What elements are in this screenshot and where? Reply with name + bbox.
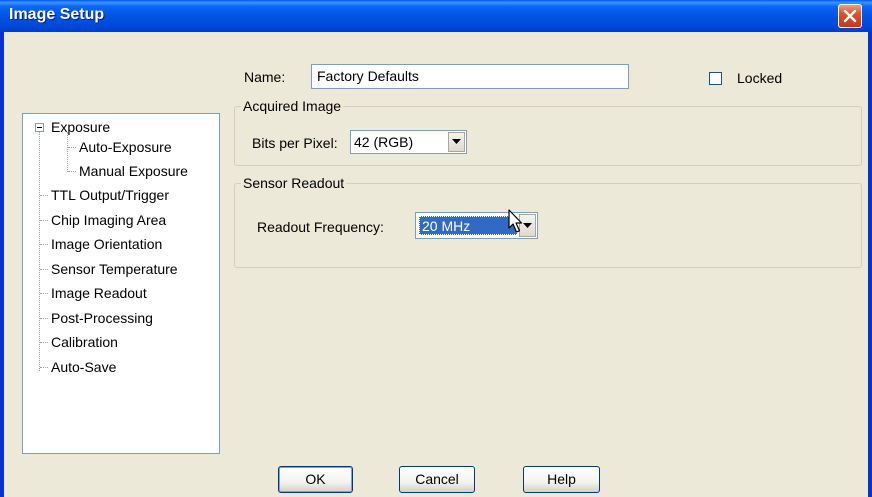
name-label: Name: bbox=[244, 69, 286, 85]
tree-item-exposure[interactable]: Exposure bbox=[51, 118, 110, 136]
bits-dropdown-button[interactable] bbox=[448, 132, 465, 152]
dropdown-arrow-icon bbox=[523, 223, 532, 228]
title-bar[interactable]: Image Setup bbox=[0, 0, 872, 32]
help-button[interactable]: Help bbox=[523, 466, 600, 493]
tree-item-auto-exposure[interactable]: Auto-Exposure bbox=[79, 138, 172, 156]
bits-per-pixel-label: Bits per Pixel: bbox=[252, 135, 338, 151]
dropdown-arrow-icon bbox=[452, 139, 461, 144]
tree-item-ttl-output-trigger[interactable]: TTL Output/Trigger bbox=[51, 186, 169, 204]
tree-item-image-readout[interactable]: Image Readout bbox=[51, 284, 147, 302]
dialog-client-area: Name: Factory Defaults Locked Exposure A… bbox=[4, 32, 868, 497]
locked-label[interactable]: Locked bbox=[737, 70, 782, 86]
tree-item-auto-save[interactable]: Auto-Save bbox=[51, 358, 116, 376]
tree-item-sensor-temperature[interactable]: Sensor Temperature bbox=[51, 260, 178, 278]
close-icon bbox=[843, 9, 857, 23]
close-button[interactable] bbox=[838, 4, 862, 28]
tree-item-chip-imaging-area[interactable]: Chip Imaging Area bbox=[51, 211, 166, 229]
image-setup-window: Image Setup Name: Factory Defaults Locke… bbox=[0, 0, 872, 497]
mouse-pointer-icon bbox=[508, 209, 523, 233]
tree-collapse-icon[interactable] bbox=[35, 123, 44, 132]
name-input[interactable]: Factory Defaults bbox=[311, 64, 629, 89]
readout-frequency-highlight: 20 MHz bbox=[419, 216, 517, 235]
readout-frequency-label: Readout Frequency: bbox=[257, 219, 384, 235]
locked-checkbox[interactable] bbox=[709, 72, 722, 85]
cancel-button[interactable]: Cancel bbox=[399, 466, 475, 493]
tree-item-post-processing[interactable]: Post-Processing bbox=[51, 309, 153, 327]
acquired-image-group: Acquired Image bbox=[234, 98, 862, 166]
tree-item-manual-exposure[interactable]: Manual Exposure bbox=[79, 162, 188, 180]
readout-frequency-value: 20 MHz bbox=[422, 218, 471, 234]
bits-per-pixel-value: 42 (RGB) bbox=[354, 134, 414, 150]
bits-per-pixel-select[interactable]: 42 (RGB) bbox=[350, 130, 467, 154]
acquired-image-legend: Acquired Image bbox=[243, 98, 342, 114]
sensor-readout-legend: Sensor Readout bbox=[243, 175, 345, 191]
window-title: Image Setup bbox=[9, 6, 105, 23]
ok-button[interactable]: OK bbox=[278, 466, 353, 493]
tree-item-calibration[interactable]: Calibration bbox=[51, 333, 118, 351]
tree-item-image-orientation[interactable]: Image Orientation bbox=[51, 235, 162, 253]
settings-tree[interactable]: Exposure Auto-Exposure Manual Exposure T… bbox=[22, 113, 220, 454]
